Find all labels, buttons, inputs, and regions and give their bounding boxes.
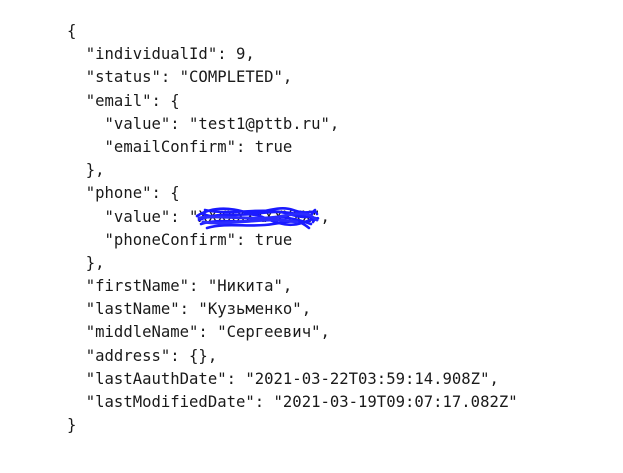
- json-response-viewer: { "individualId": 9, "status": "COMPLETED"…: [67, 20, 518, 437]
- phone-value-key: "value":: [104, 207, 190, 226]
- json-line-status: "status": "COMPLETED",: [85, 68, 293, 87]
- json-line-last-name: "lastName": "Кузьменко",: [85, 300, 312, 319]
- json-line-email-value: "value": "test1@pttb.ru",: [104, 114, 340, 133]
- json-line-middle-name: "middleName": "Сергеевич",: [85, 323, 330, 342]
- json-open-brace: {: [67, 22, 77, 40]
- json-line-address: "address": {},: [85, 346, 218, 365]
- json-line-individual-id: "individualId": 9,: [85, 45, 255, 64]
- json-line-last-modified-date: "lastModifiedDate": "2021-03-19T09:07:17…: [85, 393, 518, 411]
- phone-value-tail: ,: [320, 207, 330, 226]
- json-line-phone-value: "value": "XXXXXXXXXXXX",: [67, 206, 518, 229]
- json-line-phone-close: },: [85, 253, 105, 272]
- json-line-email-open: "email": {: [85, 91, 180, 110]
- json-line-last-auth-date: "lastAauthDate": "2021-03-22T03:59:14.90…: [85, 369, 499, 388]
- json-line-email-confirm: "emailConfirm": true: [104, 137, 293, 156]
- json-line-phone-open: "phone": {: [85, 184, 180, 203]
- redacted-phone-number: "XXXXXXXXXXXX": [189, 206, 320, 229]
- json-close-brace: }: [67, 416, 77, 435]
- json-line-email-close: },: [85, 161, 105, 180]
- json-line-phone-confirm: "phoneConfirm": true: [104, 230, 293, 249]
- json-line-first-name: "firstName": "Никита",: [85, 277, 293, 296]
- redacted-phone-text: "XXXXXXXXXXXX": [189, 207, 321, 226]
